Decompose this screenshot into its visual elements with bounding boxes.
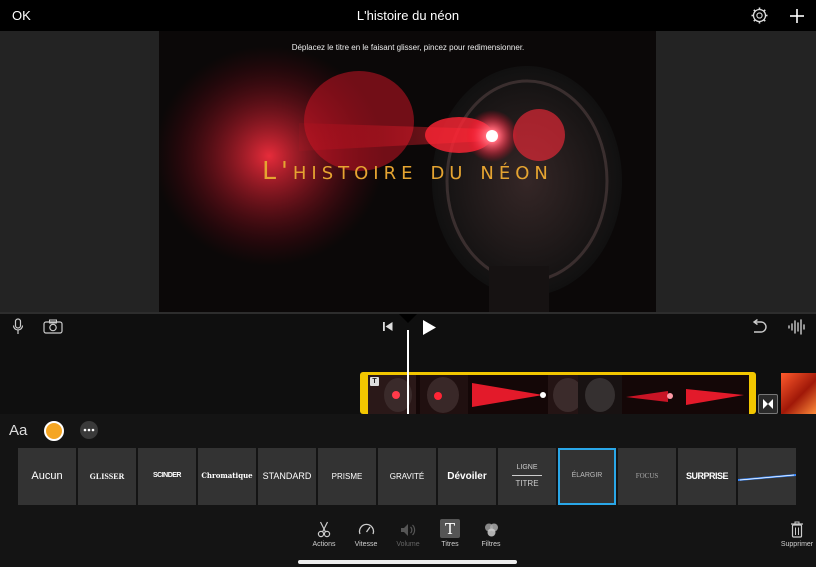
undo-icon[interactable] bbox=[750, 319, 768, 334]
playhead[interactable] bbox=[407, 330, 409, 414]
title-style-chromatique[interactable]: Chromatique bbox=[198, 448, 256, 505]
skip-to-start-icon[interactable] bbox=[382, 321, 394, 332]
divider-line bbox=[512, 475, 542, 477]
font-button[interactable]: Aa bbox=[9, 422, 27, 439]
more-options-button[interactable] bbox=[80, 421, 98, 439]
filters-circles-icon bbox=[469, 521, 513, 538]
audio-waveform-icon[interactable] bbox=[787, 319, 807, 335]
titles-tool[interactable]: T Titres bbox=[428, 519, 472, 548]
tool-label: Volume bbox=[396, 541, 420, 548]
title-style-scinder[interactable]: SCINDER bbox=[138, 448, 196, 505]
playhead-marker bbox=[399, 314, 417, 323]
trash-icon bbox=[776, 521, 816, 538]
speaker-icon bbox=[386, 521, 430, 538]
scissors-icon bbox=[302, 521, 346, 538]
title-style-focus[interactable]: FOCUS bbox=[618, 448, 676, 505]
settings-gear-icon[interactable] bbox=[751, 7, 768, 24]
clip-filmstrip bbox=[368, 375, 749, 414]
title-style-none[interactable]: Aucun bbox=[18, 448, 76, 505]
title-style-gravite[interactable]: GRAVITÉ bbox=[378, 448, 436, 505]
title-style-label: SCINDER bbox=[152, 472, 182, 480]
titles-t-icon: T bbox=[428, 519, 472, 538]
title-style-label: Dévoiler bbox=[447, 470, 487, 482]
title-style-label: Chromatique bbox=[201, 471, 253, 481]
title-style-surprise[interactable]: SURPRISE bbox=[678, 448, 736, 505]
tool-label: Vitesse bbox=[354, 541, 378, 548]
title-style-label: STANDARD bbox=[262, 471, 312, 482]
blue-streak-graphic bbox=[738, 473, 796, 481]
title-style-elargir[interactable]: ÉLARGIR bbox=[558, 448, 616, 505]
play-icon[interactable] bbox=[421, 319, 437, 336]
title-style-label: PRISME bbox=[331, 471, 363, 481]
title-style-ligne-titre[interactable]: LIGNE TITRE bbox=[498, 448, 556, 505]
title-style-label: ÉLARGIR bbox=[571, 472, 603, 480]
title-overlay-text[interactable]: L'histoire du néon bbox=[159, 156, 656, 185]
title-style-label: GLISSER bbox=[89, 471, 125, 481]
title-style-label-line2: TITRE bbox=[515, 479, 539, 489]
title-style-label: FOCUS bbox=[635, 472, 659, 481]
filters-tool[interactable]: Filtres bbox=[469, 521, 513, 548]
title-style-standard[interactable]: STANDARD bbox=[258, 448, 316, 505]
tool-label: Titres bbox=[441, 541, 459, 548]
tool-label: Supprimer bbox=[780, 541, 814, 548]
home-indicator bbox=[298, 560, 517, 564]
add-media-plus-icon[interactable] bbox=[787, 6, 807, 26]
speed-tool[interactable]: Vitesse bbox=[344, 521, 388, 548]
title-style-label: Aucun bbox=[31, 469, 63, 482]
next-video-clip[interactable] bbox=[781, 373, 816, 414]
title-style-glisser[interactable]: GLISSER bbox=[78, 448, 136, 505]
speedometer-icon bbox=[344, 521, 388, 538]
title-marker-icon: T bbox=[370, 377, 379, 386]
title-style-blue-streak[interactable] bbox=[738, 448, 796, 505]
title-style-prisme[interactable]: PRISME bbox=[318, 448, 376, 505]
project-title: L'histoire du néon bbox=[356, 8, 460, 23]
title-style-devoiler[interactable]: Dévoiler bbox=[438, 448, 496, 505]
title-style-label-line1: LIGNE bbox=[516, 464, 538, 471]
tool-label: Filtres bbox=[481, 541, 501, 548]
volume-tool: Volume bbox=[386, 521, 430, 548]
color-picker-button[interactable] bbox=[44, 421, 64, 441]
actions-tool[interactable]: Actions bbox=[302, 521, 346, 548]
drag-hint-text: Déplacez le titre en le faisant glisser,… bbox=[291, 43, 525, 52]
camera-icon[interactable] bbox=[43, 319, 63, 334]
transition-button[interactable] bbox=[758, 394, 778, 414]
tool-label: Actions bbox=[312, 541, 336, 548]
microphone-icon[interactable] bbox=[12, 318, 24, 335]
delete-tool[interactable]: Supprimer bbox=[776, 521, 816, 548]
title-style-label: GRAVITÉ bbox=[389, 471, 425, 481]
title-style-label: SURPRISE bbox=[685, 471, 729, 482]
